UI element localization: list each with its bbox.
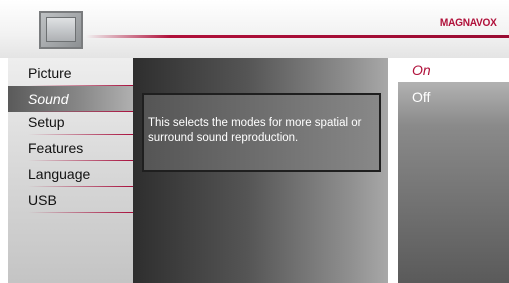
menu-item-usb[interactable]: USB — [8, 187, 133, 213]
header-divider — [86, 35, 509, 38]
menu-item-picture[interactable]: Picture — [8, 60, 133, 86]
menu-item-language[interactable]: Language — [8, 161, 133, 187]
menu-item-features[interactable]: Features — [8, 135, 133, 161]
option-on[interactable]: On — [398, 58, 509, 82]
description-text: This selects the modes for more spatial … — [148, 117, 362, 144]
tv-icon — [39, 11, 83, 49]
option-off[interactable]: Off — [398, 85, 509, 109]
brand-logo: MAGNAVOX — [440, 17, 497, 29]
description-box: This selects the modes for more spatial … — [142, 93, 381, 172]
main-menu: Picture Sound Setup Features Language US… — [8, 58, 133, 283]
menu-item-setup[interactable]: Setup — [8, 109, 133, 135]
header-bar: MAGNAVOX — [0, 0, 509, 58]
